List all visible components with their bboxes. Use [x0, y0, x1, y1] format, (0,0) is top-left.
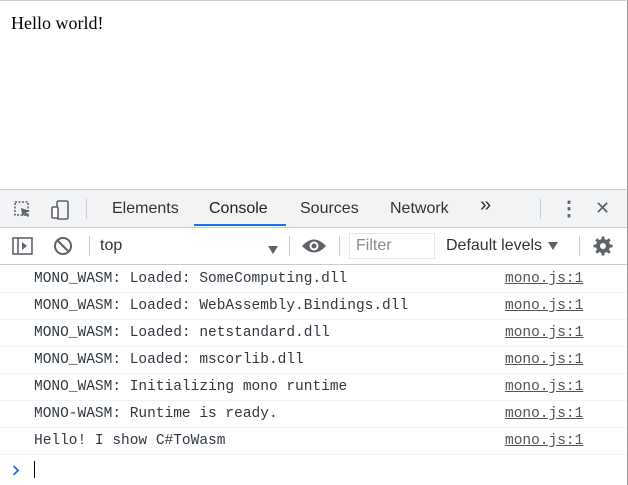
- console-message-row: MONO_WASM: Loaded: netstandard.dll mono.…: [0, 320, 627, 347]
- console-message-text: MONO_WASM: Loaded: SomeComputing.dll: [34, 271, 348, 287]
- console-message-row: MONO-WASM: Runtime is ready. mono.js:1: [0, 401, 627, 428]
- console-messages: MONO_WASM: Loaded: SomeComputing.dll mon…: [0, 266, 627, 483]
- console-message-text: MONO-WASM: Runtime is ready.: [34, 406, 278, 422]
- devtools-tab-bar: Elements Console Sources Network » ⋮ ✕: [0, 190, 627, 228]
- log-levels-dropdown[interactable]: Default levels: [446, 228, 559, 264]
- console-sidebar-icon[interactable]: [11, 236, 33, 256]
- console-message-text: Hello! I show C#ToWasm: [34, 433, 226, 449]
- source-link[interactable]: mono.js:1: [505, 325, 583, 341]
- prompt-chevron-icon: [12, 463, 20, 481]
- tab-elements[interactable]: Elements: [110, 190, 181, 227]
- context-value: top: [100, 237, 123, 254]
- javascript-context-select[interactable]: top: [100, 228, 284, 264]
- inspect-element-icon[interactable]: [12, 199, 34, 221]
- dropdown-arrow-icon: [268, 241, 278, 259]
- devtools-panel: Elements Console Sources Network » ⋮ ✕ t…: [0, 189, 628, 485]
- toolbar-divider: [540, 199, 541, 219]
- toolbar-divider: [289, 236, 290, 256]
- log-levels-label: Default levels: [446, 237, 543, 254]
- web-page-viewport: Hello world!: [0, 0, 628, 189]
- console-message-text: MONO_WASM: Loaded: netstandard.dll: [34, 325, 330, 341]
- toolbar-divider: [89, 236, 90, 256]
- text-cursor: [34, 461, 35, 478]
- console-message-text: MONO_WASM: Initializing mono runtime: [34, 379, 348, 395]
- source-link[interactable]: mono.js:1: [505, 352, 583, 368]
- clear-console-icon[interactable]: [52, 235, 74, 257]
- active-tab-indicator: [194, 224, 286, 226]
- source-link[interactable]: mono.js:1: [505, 271, 583, 287]
- source-link[interactable]: mono.js:1: [505, 298, 583, 314]
- console-message-row: MONO_WASM: Loaded: mscorlib.dll mono.js:…: [0, 347, 627, 374]
- toolbar-divider: [579, 236, 580, 256]
- toolbar-divider: [339, 236, 340, 256]
- console-message-row: MONO_WASM: Loaded: WebAssembly.Bindings.…: [0, 293, 627, 320]
- close-devtools-icon[interactable]: ✕: [593, 190, 612, 227]
- tab-console[interactable]: Console: [207, 190, 270, 227]
- more-tabs-button[interactable]: »: [478, 187, 493, 224]
- tab-sources[interactable]: Sources: [298, 190, 361, 227]
- live-expression-eye-icon[interactable]: [300, 235, 328, 257]
- page-heading-text: Hello world!: [11, 13, 104, 33]
- source-link[interactable]: mono.js:1: [505, 406, 583, 422]
- console-prompt[interactable]: [0, 455, 627, 483]
- device-toolbar-icon[interactable]: [48, 198, 72, 222]
- kebab-menu-icon[interactable]: ⋮: [557, 190, 581, 227]
- console-message-row: Hello! I show C#ToWasm mono.js:1: [0, 428, 627, 455]
- source-link[interactable]: mono.js:1: [505, 379, 583, 395]
- dropdown-arrow-icon: [548, 242, 559, 250]
- console-message-row: MONO_WASM: Loaded: SomeComputing.dll mon…: [0, 266, 627, 293]
- console-message-row: MONO_WASM: Initializing mono runtime mon…: [0, 374, 627, 401]
- source-link[interactable]: mono.js:1: [505, 433, 583, 449]
- console-toolbar: top Default levels: [0, 228, 627, 265]
- console-message-text: MONO_WASM: Loaded: mscorlib.dll: [34, 352, 304, 368]
- settings-gear-icon[interactable]: [592, 235, 614, 257]
- console-filter-input[interactable]: [349, 233, 435, 259]
- console-message-text: MONO_WASM: Loaded: WebAssembly.Bindings.…: [34, 298, 409, 314]
- toolbar-divider: [86, 199, 87, 219]
- tab-network[interactable]: Network: [388, 190, 451, 227]
